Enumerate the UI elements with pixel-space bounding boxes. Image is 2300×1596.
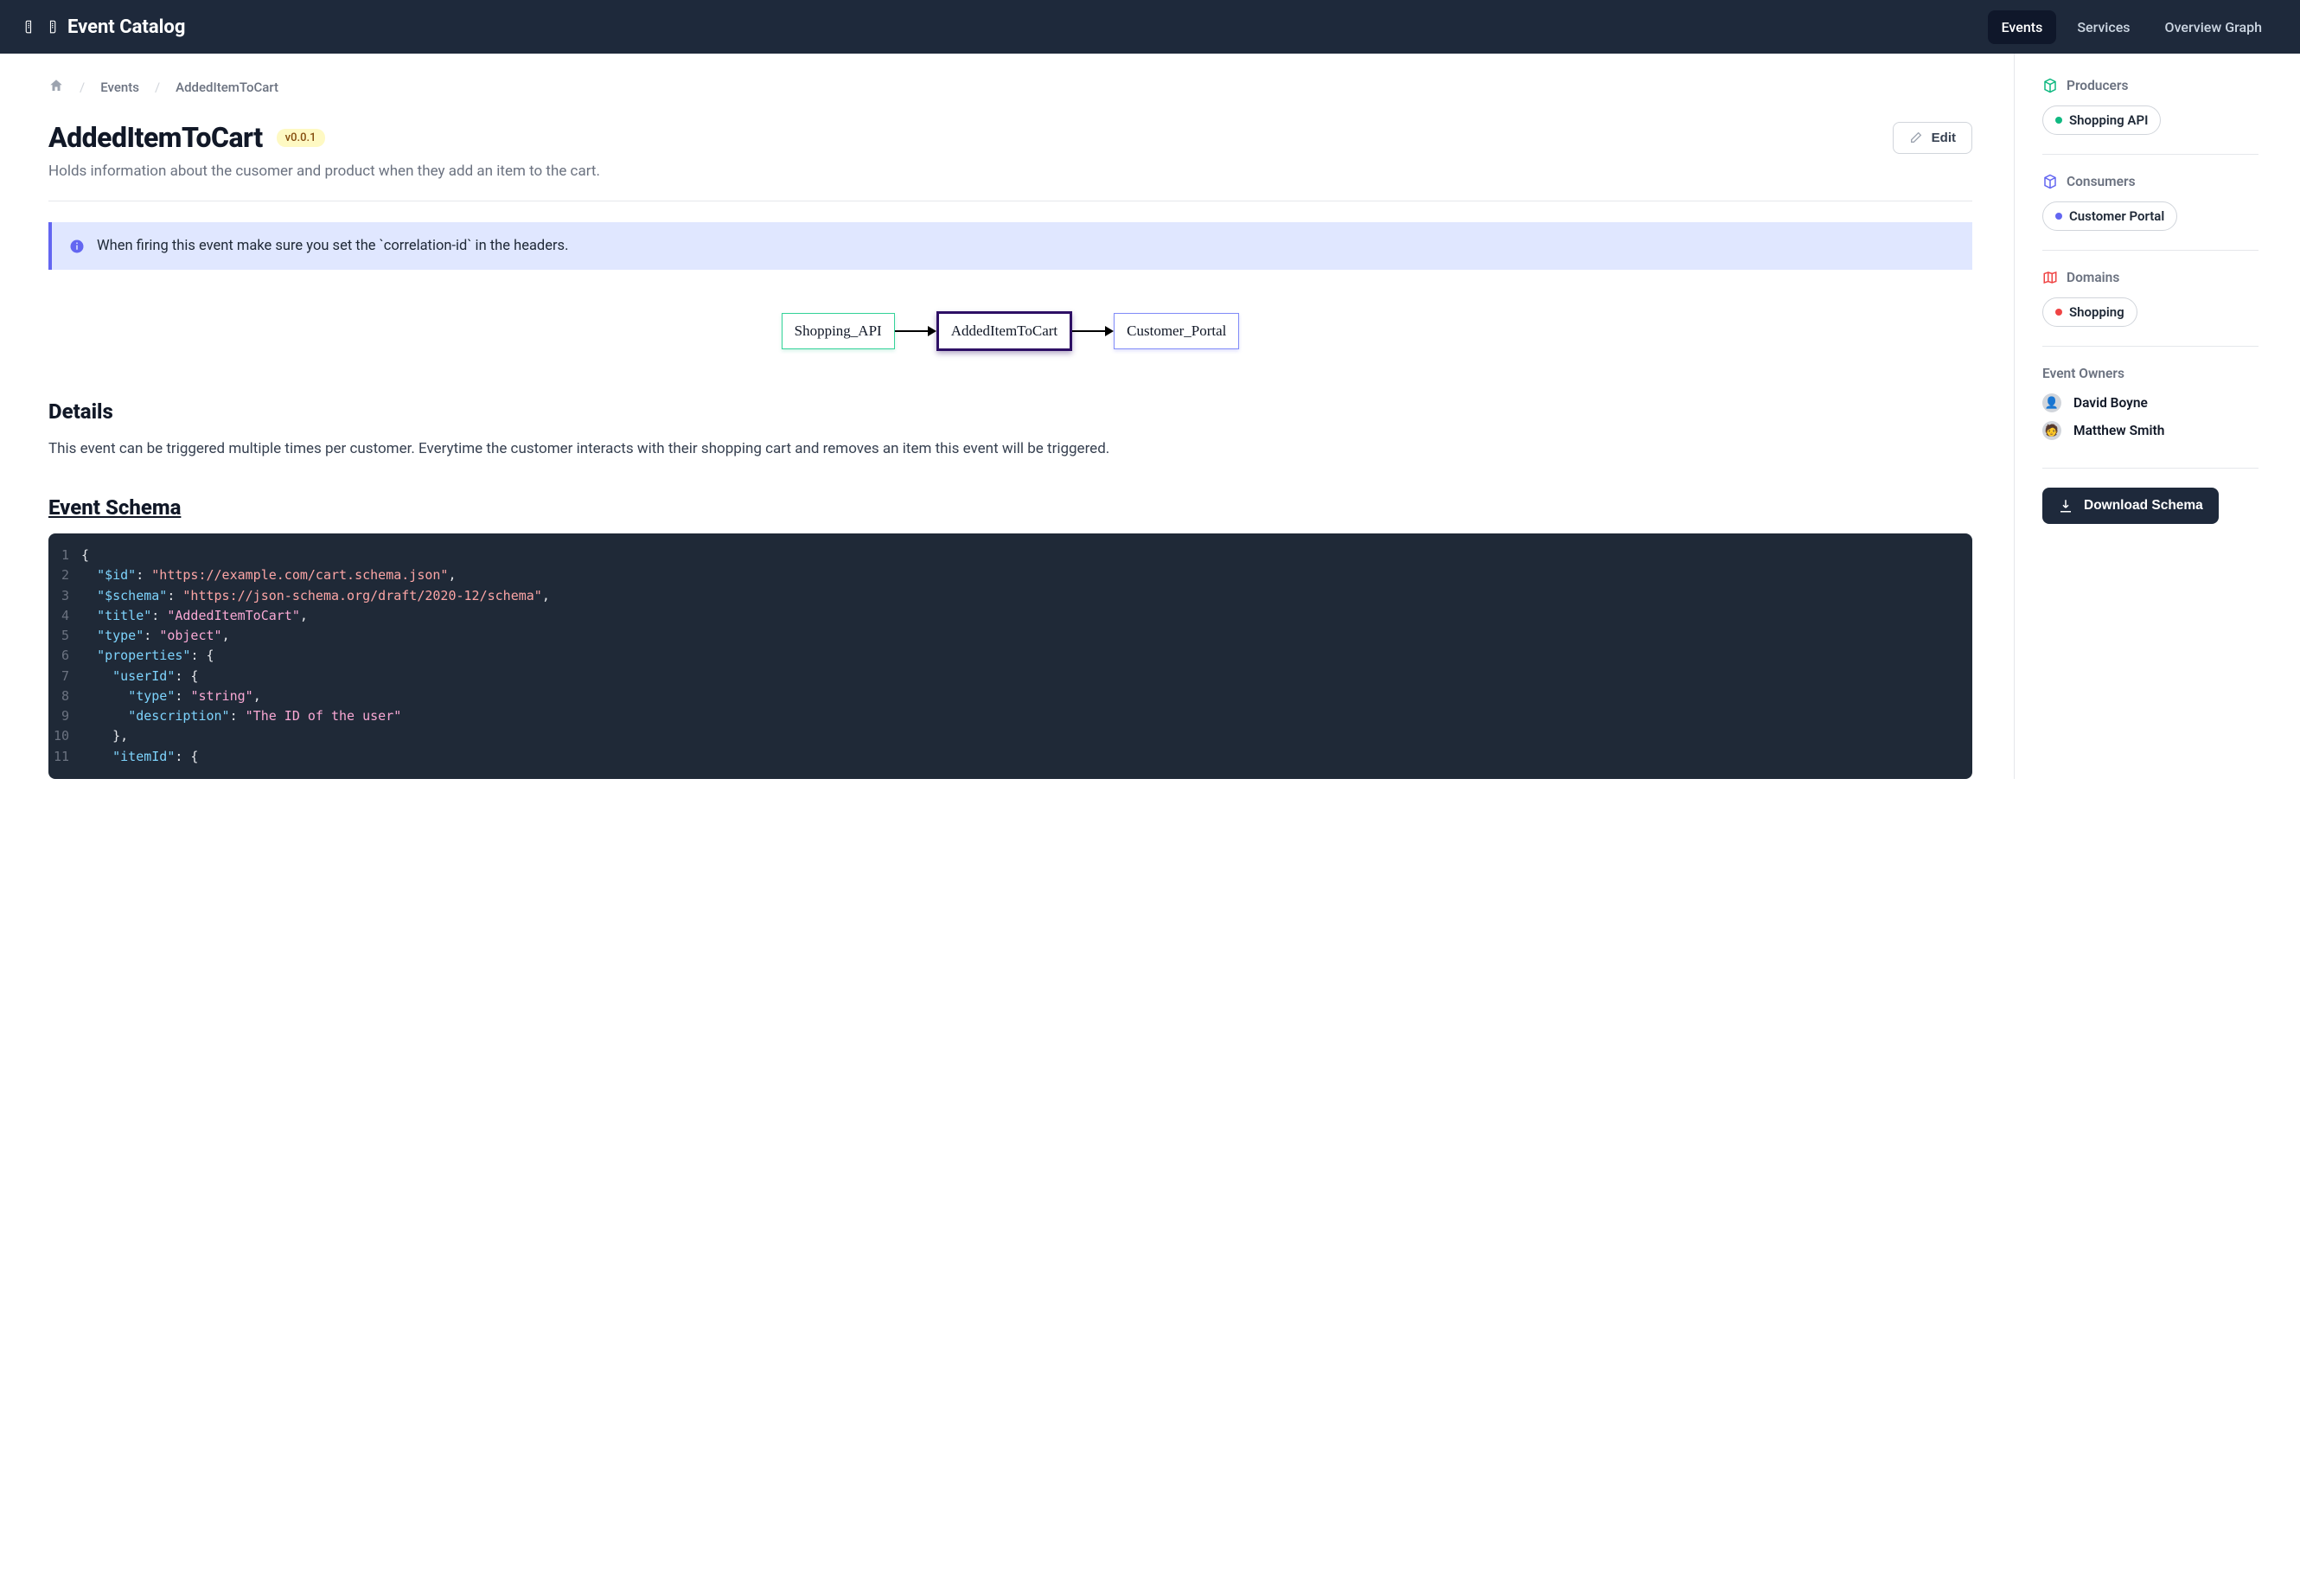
- map-icon: [2042, 270, 2058, 285]
- download-icon: [2058, 498, 2073, 514]
- arrow-icon: [895, 327, 936, 335]
- breadcrumb-sep: /: [80, 80, 85, 95]
- brand[interactable]: Event Catalog: [24, 16, 185, 38]
- info-icon: [69, 239, 85, 254]
- producers-section: Producers Shopping API: [2042, 78, 2258, 155]
- code-line: 5 "type": "object",: [48, 626, 1972, 646]
- avatar: 👤: [2042, 393, 2061, 412]
- code-line: 3 "$schema": "https://json-schema.org/dr…: [48, 586, 1972, 606]
- code-line: 11 "itemId": {: [48, 747, 1972, 767]
- code-line: 6 "properties": {: [48, 646, 1972, 666]
- pencil-icon: [1909, 131, 1923, 144]
- producers-heading: Producers: [2067, 78, 2128, 93]
- owners-section: Event Owners 👤 David Boyne 🧑 Matthew Smi…: [2042, 366, 2258, 469]
- code-line: 8 "type": "string",: [48, 686, 1972, 706]
- details-text: This event can be triggered multiple tim…: [48, 437, 1972, 461]
- version-badge: v0.0.1: [277, 129, 325, 147]
- edit-label: Edit: [1932, 131, 1956, 145]
- owner-row[interactable]: 👤 David Boyne: [2042, 393, 2258, 412]
- nav-links: Events Services Overview Graph: [1988, 10, 2276, 44]
- code-line: 4 "title": "AddedItemToCart",: [48, 606, 1972, 626]
- consumers-heading: Consumers: [2067, 174, 2136, 189]
- cube-icon: [2042, 174, 2058, 189]
- top-nav: Event Catalog Events Services Overview G…: [0, 0, 2300, 54]
- breadcrumb: / Events / AddedItemToCart: [48, 78, 1972, 97]
- cube-icon: [2042, 78, 2058, 93]
- chip-label: Shopping: [2069, 304, 2124, 320]
- brand-title: Event Catalog: [67, 16, 185, 38]
- flow-diagram: Shopping_API AddedItemToCart Customer_Po…: [48, 311, 1972, 351]
- chip-label: Shopping API: [2069, 112, 2148, 128]
- producer-chip[interactable]: Shopping API: [2042, 105, 2161, 135]
- flow-consumer-box: Customer_Portal: [1114, 313, 1239, 349]
- schema-code-block: 1{2 "$id": "https://example.com/cart.sch…: [48, 533, 1972, 779]
- home-icon[interactable]: [48, 78, 64, 97]
- subtitle: Holds information about the cusomer and …: [48, 163, 1972, 180]
- info-callout: When firing this event make sure you set…: [48, 222, 1972, 270]
- schema-heading: Event Schema: [48, 495, 1972, 520]
- chip-label: Customer Portal: [2069, 208, 2164, 224]
- domains-heading: Domains: [2067, 270, 2119, 285]
- owner-name: David Boyne: [2073, 395, 2148, 411]
- page-title: AddedItemToCart: [48, 121, 263, 154]
- download-schema-button[interactable]: Download Schema: [2042, 488, 2219, 524]
- flow-producer-box: Shopping_API: [782, 313, 895, 349]
- consumer-chip[interactable]: Customer Portal: [2042, 201, 2177, 231]
- flow-event-box: AddedItemToCart: [936, 311, 1072, 351]
- nav-link-events[interactable]: Events: [1988, 10, 2057, 44]
- avatar: 🧑: [2042, 421, 2061, 440]
- nav-link-services[interactable]: Services: [2063, 10, 2143, 44]
- code-line: 2 "$id": "https://example.com/cart.schem…: [48, 565, 1972, 585]
- sidebar: Producers Shopping API Consumers Custome…: [2015, 54, 2300, 779]
- nav-link-overview[interactable]: Overview Graph: [2151, 10, 2276, 44]
- details-heading: Details: [48, 399, 1972, 424]
- code-line: 9 "description": "The ID of the user": [48, 706, 1972, 726]
- dot-icon: [2055, 117, 2062, 124]
- domains-section: Domains Shopping: [2042, 270, 2258, 347]
- edit-button[interactable]: Edit: [1893, 122, 1972, 154]
- owner-name: Matthew Smith: [2073, 423, 2164, 438]
- book-icon: [24, 19, 57, 35]
- download-label: Download Schema: [2084, 498, 2203, 514]
- domain-chip[interactable]: Shopping: [2042, 297, 2137, 327]
- dot-icon: [2055, 213, 2062, 220]
- owner-row[interactable]: 🧑 Matthew Smith: [2042, 421, 2258, 440]
- breadcrumb-current: AddedItemToCart: [176, 80, 278, 95]
- code-line: 1{: [48, 546, 1972, 565]
- code-line: 10 },: [48, 726, 1972, 746]
- breadcrumb-events[interactable]: Events: [100, 80, 139, 95]
- callout-text: When firing this event make sure you set…: [97, 238, 568, 254]
- arrow-icon: [1072, 327, 1114, 335]
- breadcrumb-sep: /: [155, 80, 160, 95]
- dot-icon: [2055, 309, 2062, 316]
- code-line: 7 "userId": {: [48, 667, 1972, 686]
- owners-heading: Event Owners: [2042, 366, 2258, 381]
- consumers-section: Consumers Customer Portal: [2042, 174, 2258, 251]
